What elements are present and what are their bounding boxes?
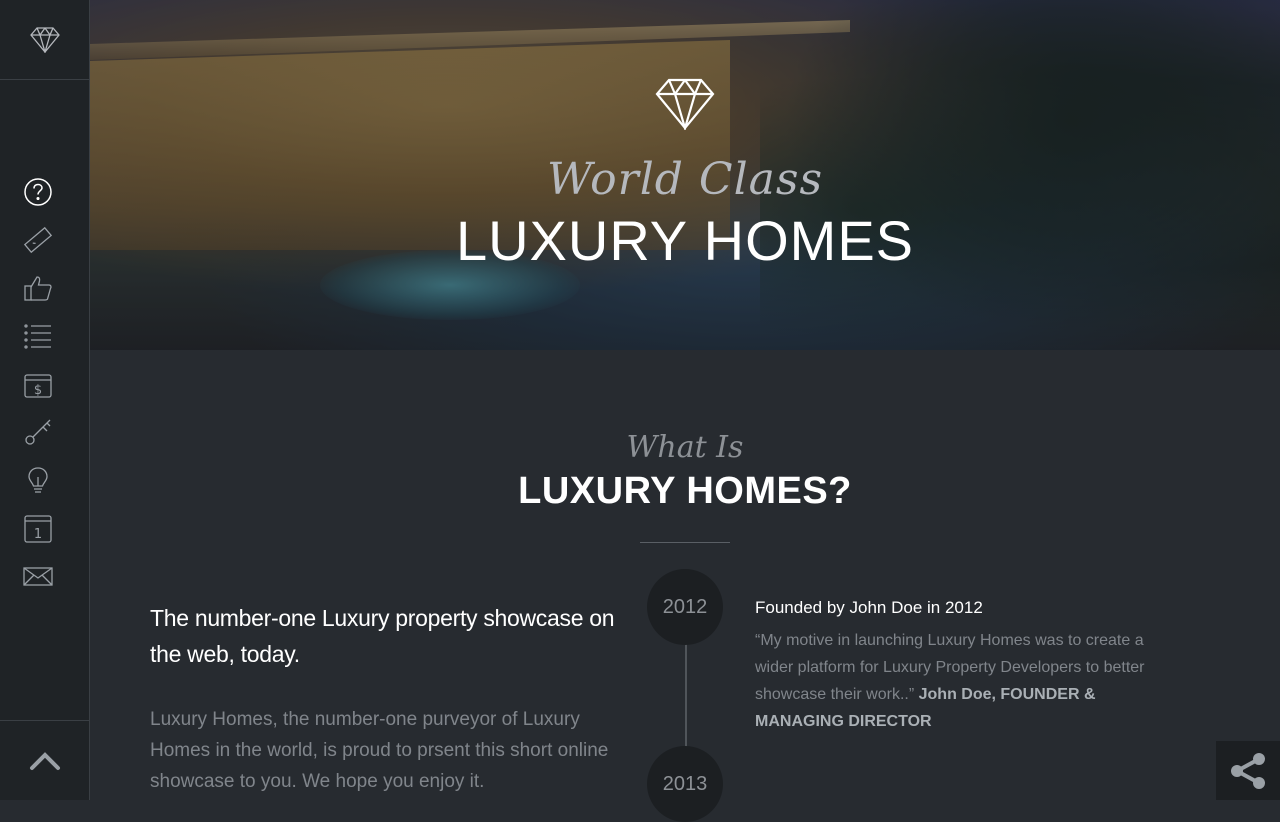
key-icon <box>25 419 51 445</box>
ruler-icon <box>23 226 53 254</box>
list-icon <box>24 324 51 349</box>
sidebar-item-measurements[interactable] <box>18 216 58 264</box>
thumbs-up-icon <box>24 276 52 301</box>
hero-content: World Class LUXURY HOMES <box>90 0 1280 350</box>
hero-title: LUXURY HOMES <box>455 209 915 272</box>
calendar-icon: 1 <box>24 515 52 543</box>
envelope-icon <box>23 567 53 586</box>
timeline-event-quote: “My motive in launching Luxury Homes was… <box>755 627 1185 735</box>
share-icon <box>1231 752 1265 789</box>
sidebar-item-access[interactable] <box>18 408 58 456</box>
share-button[interactable] <box>1216 741 1280 800</box>
about-body: Luxury Homes, the number-one purveyor of… <box>150 709 609 792</box>
diamond-icon <box>29 26 60 53</box>
svg-text:1: 1 <box>34 527 42 542</box>
chevron-up-icon <box>29 751 60 770</box>
timeline-year: 2012 <box>647 569 723 645</box>
section-title: LUXURY HOMES? <box>518 470 852 512</box>
section-subtitle: What Is <box>626 430 744 465</box>
sidebar-item-about[interactable] <box>18 168 58 216</box>
sidebar-nav: $ 1 <box>18 168 58 600</box>
sidebar-item-pricing[interactable]: $ <box>18 360 58 408</box>
scroll-top-button[interactable] <box>0 720 89 800</box>
sidebar-logo[interactable] <box>0 0 89 80</box>
timeline-year: 2013 <box>647 746 723 822</box>
svg-text:$: $ <box>34 383 42 398</box>
timeline-line <box>685 640 687 750</box>
lightbulb-icon <box>28 467 48 493</box>
hero-banner: World Class LUXURY HOMES <box>90 0 1280 350</box>
sidebar-item-list[interactable] <box>18 312 58 360</box>
sidebar: $ 1 <box>0 0 90 800</box>
hero-subtitle: World Class <box>546 154 824 205</box>
sidebar-item-features[interactable] <box>18 264 58 312</box>
section-divider <box>640 542 730 543</box>
timeline-event-title: Founded by John Doe in 2012 <box>755 598 983 617</box>
diamond-icon <box>655 78 715 130</box>
about-lead: The number-one Luxury property showcase … <box>150 605 615 667</box>
sidebar-item-calendar[interactable]: 1 <box>18 504 58 552</box>
question-icon <box>24 178 52 206</box>
sidebar-item-ideas[interactable] <box>18 456 58 504</box>
money-icon: $ <box>24 374 52 398</box>
sidebar-item-contact[interactable] <box>18 552 58 600</box>
